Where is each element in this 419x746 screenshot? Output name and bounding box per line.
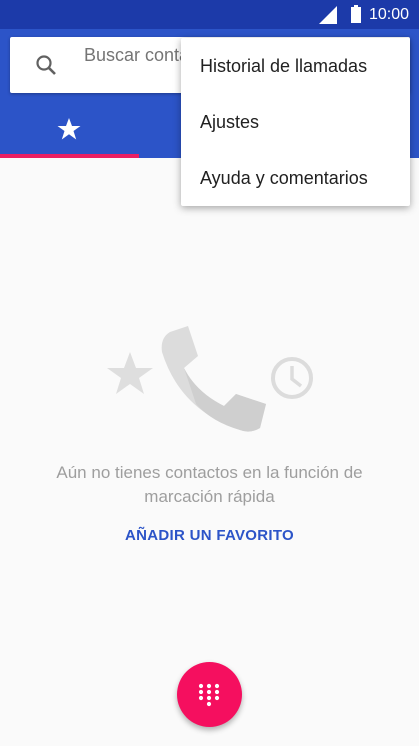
add-favorite-button[interactable]: AÑADIR UN FAVORITO bbox=[0, 527, 419, 544]
star-icon bbox=[57, 118, 81, 140]
status-bar: 10:00 bbox=[0, 0, 419, 29]
clock-icon bbox=[271, 357, 313, 399]
phone-icon bbox=[161, 326, 266, 432]
menu-item-help-feedback[interactable]: Ayuda y comentarios bbox=[181, 150, 410, 206]
status-time: 10:00 bbox=[368, 6, 409, 23]
star-icon bbox=[107, 352, 153, 394]
overflow-menu: Historial de llamadas Ajustes Ayuda y co… bbox=[181, 38, 410, 206]
empty-state-illustration bbox=[107, 326, 313, 432]
search-input[interactable]: Buscar contactos y lugares bbox=[84, 44, 184, 66]
tab-indicator bbox=[0, 154, 139, 158]
battery-icon bbox=[351, 5, 361, 23]
tab-favorites[interactable] bbox=[0, 101, 139, 158]
dialpad-fab[interactable] bbox=[177, 662, 242, 727]
dialpad-icon bbox=[198, 683, 220, 707]
signal-icon bbox=[319, 6, 337, 24]
empty-state-message: Aún no tienes contactos en la función de… bbox=[56, 463, 363, 506]
menu-item-call-history[interactable]: Historial de llamadas bbox=[181, 38, 410, 94]
menu-item-settings[interactable]: Ajustes bbox=[181, 94, 410, 150]
search-icon bbox=[36, 55, 56, 75]
